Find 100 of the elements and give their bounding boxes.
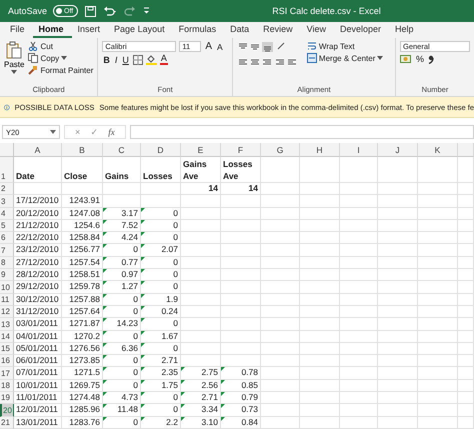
table-cell: 0.77 xyxy=(103,256,141,270)
column-header[interactable]: F xyxy=(221,143,261,157)
column-header[interactable]: E xyxy=(181,143,221,157)
decrease-font-size-button[interactable]: A xyxy=(216,42,224,52)
row-header[interactable]: 12 xyxy=(0,306,14,318)
row-header[interactable]: 16 xyxy=(0,355,14,368)
row-header[interactable]: 3 xyxy=(0,195,14,208)
empty-cell xyxy=(261,183,300,196)
empty-cell xyxy=(458,404,474,417)
row-header[interactable]: 5 xyxy=(0,220,14,232)
row-header[interactable]: 21 xyxy=(0,416,14,429)
row-header[interactable]: 7 xyxy=(0,244,14,257)
ribbon-tab[interactable]: File xyxy=(4,24,33,38)
font-color-button[interactable]: A xyxy=(160,54,168,65)
ribbon-tab[interactable]: Help xyxy=(389,24,422,38)
empty-cell xyxy=(340,220,378,232)
merge-center-button[interactable]: Merge & Center xyxy=(306,53,384,63)
empty-cell xyxy=(340,318,378,331)
comma-style-icon[interactable] xyxy=(428,54,434,64)
percent-button[interactable]: % xyxy=(415,54,426,64)
ribbon-tab[interactable]: View xyxy=(300,24,334,38)
empty-cell xyxy=(378,392,418,404)
table-cell: 1254.6 xyxy=(62,220,103,232)
cut-button[interactable]: Cut xyxy=(28,41,94,51)
table-cell: 27/12/2010 xyxy=(14,256,62,270)
table-cell: 0 xyxy=(141,318,181,331)
empty-cell xyxy=(181,269,221,282)
copy-button[interactable]: Copy xyxy=(28,53,94,63)
column-header[interactable]: I xyxy=(340,143,378,157)
column-header[interactable]: A xyxy=(14,143,62,157)
empty-cell xyxy=(300,342,340,356)
insert-function-button[interactable]: fx xyxy=(108,127,115,137)
column-header[interactable]: D xyxy=(141,143,181,157)
table-cell: 06/01/2011 xyxy=(14,355,62,368)
column-header[interactable]: B xyxy=(62,143,103,157)
row-header[interactable]: 19 xyxy=(0,392,14,404)
paste-button[interactable]: Paste xyxy=(4,41,24,85)
ribbon-tab[interactable]: Formulas xyxy=(172,24,224,38)
ribbon-tab[interactable]: Review xyxy=(257,24,301,38)
table-cell: 4.24 xyxy=(103,232,141,244)
empty-cell xyxy=(418,380,458,392)
save-icon[interactable] xyxy=(84,4,98,18)
empty-cell xyxy=(378,232,418,244)
table-cell: 22/12/2010 xyxy=(14,232,62,244)
row-header[interactable]: 14 xyxy=(0,330,14,343)
window-title: RSI Calc delete.csv - Excel xyxy=(272,6,381,16)
row-header[interactable]: 20 xyxy=(0,404,14,417)
empty-cell xyxy=(300,330,340,343)
wrap-text-button[interactable]: Wrap Text xyxy=(306,41,384,51)
row-header[interactable]: 6 xyxy=(0,232,14,244)
row-header[interactable]: 15 xyxy=(0,342,14,356)
empty-cell xyxy=(103,195,141,208)
row-header[interactable]: 8 xyxy=(0,256,14,270)
empty-cell xyxy=(340,269,378,282)
empty-cell xyxy=(378,416,418,429)
merge-cells-icon xyxy=(306,53,317,63)
format-painter-button[interactable]: Format Painter xyxy=(28,65,94,75)
borders-icon[interactable] xyxy=(132,54,143,64)
empty-cell xyxy=(261,281,300,294)
undo-icon[interactable] xyxy=(103,5,118,17)
row-header[interactable]: 13 xyxy=(0,318,14,331)
column-header[interactable]: J xyxy=(378,143,418,157)
empty-cell xyxy=(340,183,378,196)
empty-cell xyxy=(378,355,418,368)
empty-cell xyxy=(418,232,458,244)
empty-cell xyxy=(340,208,378,220)
column-header[interactable]: C xyxy=(103,143,141,157)
fill-color-icon[interactable] xyxy=(146,54,157,65)
ribbon-tab[interactable]: Data xyxy=(224,24,258,38)
underline-button[interactable]: U xyxy=(121,54,130,64)
formula-input[interactable] xyxy=(130,125,474,139)
column-header[interactable]: G xyxy=(261,143,300,157)
empty-cell xyxy=(261,269,300,282)
ribbon-tab[interactable]: Insert xyxy=(72,24,108,38)
row-header[interactable]: 4 xyxy=(0,208,14,220)
table-cell: 2.71 xyxy=(141,355,181,368)
row-header[interactable]: 2 xyxy=(0,183,14,196)
increase-font-size-button[interactable]: A xyxy=(204,41,214,52)
row-header[interactable]: 11 xyxy=(0,294,14,306)
row-header[interactable]: 10 xyxy=(0,281,14,294)
empty-cell xyxy=(458,232,474,244)
column-header[interactable]: K xyxy=(418,143,458,157)
empty-cell xyxy=(221,220,261,232)
bold-button[interactable]: B xyxy=(102,54,111,64)
currency-icon[interactable] xyxy=(400,54,412,64)
row-header[interactable]: 17 xyxy=(0,367,14,380)
row-header[interactable]: 18 xyxy=(0,380,14,392)
table-cell: 0.78 xyxy=(221,367,261,380)
empty-cell xyxy=(300,232,340,244)
table-cell: 28/12/2010 xyxy=(14,269,62,282)
ribbon-tab[interactable]: Developer xyxy=(334,24,390,38)
table-cell: 0.24 xyxy=(141,306,181,318)
row-header[interactable]: 9 xyxy=(0,269,14,282)
empty-cell xyxy=(418,208,458,220)
empty-cell xyxy=(181,281,221,294)
row-header[interactable]: 1 xyxy=(0,157,14,183)
italic-button[interactable]: I xyxy=(114,54,118,64)
table-cell: 0 xyxy=(103,306,141,318)
ribbon-tab[interactable]: Page Layout xyxy=(108,24,173,38)
column-header[interactable]: H xyxy=(300,143,340,157)
